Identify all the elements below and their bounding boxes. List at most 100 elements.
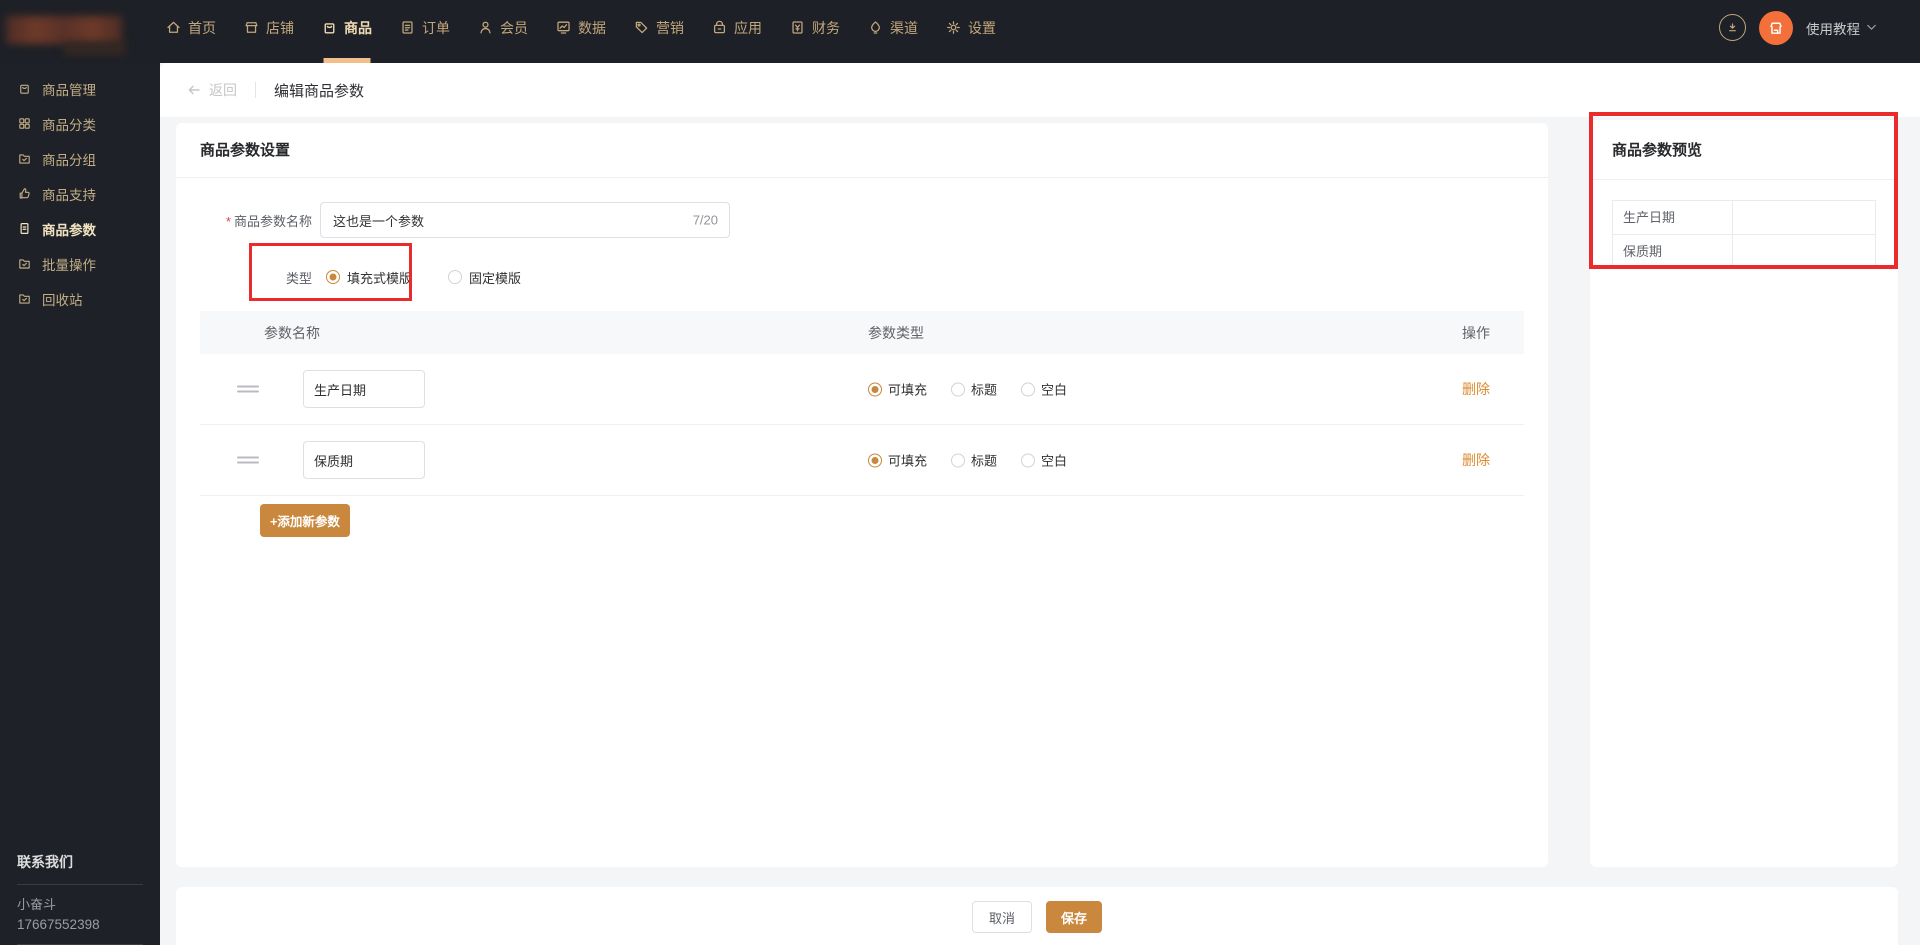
radio-unselected-icon[interactable]: [951, 453, 966, 467]
marketing-icon: [635, 21, 648, 34]
chevron-down-icon: [1867, 24, 1876, 30]
radio-unselected-icon[interactable]: [1021, 453, 1036, 467]
sidebar-item-goods-support[interactable]: 商品支持: [0, 176, 160, 211]
type-label: 类型: [285, 270, 312, 286]
top-nav-items: 首页 店铺 商品 订单 会员 数据 营销 应用 财务 渠道 设置: [160, 0, 1023, 63]
preview-value: [1733, 201, 1875, 234]
avatar[interactable]: [1759, 10, 1793, 45]
nav-item-finance[interactable]: 财务: [789, 0, 840, 63]
nav-item-channels[interactable]: 渠道: [867, 0, 918, 63]
sidebar-item-label: 商品支持: [42, 187, 96, 203]
channel-icon: [871, 21, 880, 34]
footer-action-bar: 取消 保存: [176, 887, 1898, 945]
sidebar-item-recycle-bin[interactable]: 回收站: [0, 281, 160, 316]
top-nav-right: 使用教程: [1719, 0, 1878, 55]
nav-item-goods[interactable]: 商品: [321, 0, 372, 63]
row-type-radios: 可填充 标题 空白: [868, 380, 1067, 399]
param-name-input-wrap: 7/20: [320, 202, 730, 238]
radio-label: 空白: [1041, 453, 1068, 469]
nav-item-orders[interactable]: 订单: [399, 0, 450, 63]
page-title: 编辑商品参数: [274, 82, 365, 100]
grid-icon: [19, 118, 30, 129]
radio-fillable[interactable]: 可填充: [868, 380, 927, 399]
goods-icon: [324, 23, 335, 34]
nav-label: 会员: [500, 19, 528, 36]
param-table: 参数名称 参数类型 操作 可填充 标题: [200, 311, 1524, 496]
add-param-button[interactable]: +添加新参数: [260, 504, 350, 537]
folder-icon: [19, 294, 30, 304]
goods-box-icon: [20, 84, 29, 94]
table-header: 参数名称 参数类型 操作: [200, 311, 1524, 354]
radio-label: 标题: [971, 453, 998, 469]
radio-label: 可填充: [888, 453, 928, 469]
preview-key: 保质期: [1613, 235, 1733, 267]
col-header-operation: 操作: [1462, 324, 1490, 341]
col-header-name: 参数名称: [264, 324, 320, 341]
app-icon: [713, 20, 726, 34]
radio-unselected-icon[interactable]: [448, 270, 463, 284]
radio-fill-template[interactable]: 填充式模版: [326, 268, 412, 287]
nav-item-settings[interactable]: 设置: [945, 0, 996, 63]
row-name-input[interactable]: [303, 441, 425, 479]
back-button[interactable]: 返回: [186, 80, 237, 100]
sidebar-item-batch-operations[interactable]: 批量操作: [0, 246, 160, 281]
sidebar-item-goods-params[interactable]: 商品参数: [0, 211, 160, 246]
logo: [0, 0, 160, 63]
radio-title[interactable]: 标题: [951, 380, 997, 399]
contact-section: 联系我们 小奋斗 17667552398: [17, 852, 143, 945]
top-navbar: 首页 店铺 商品 订单 会员 数据 营销 应用 财务 渠道 设置 使用教程: [0, 0, 1920, 63]
sidebar-item-goods-category[interactable]: 商品分类: [0, 106, 160, 141]
type-row: 类型 填充式模版 固定模版: [176, 259, 1548, 295]
radio-fillable[interactable]: 可填充: [868, 451, 927, 470]
radio-blank[interactable]: 空白: [1021, 451, 1067, 470]
nav-item-data[interactable]: 数据: [555, 0, 606, 63]
nav-item-apps[interactable]: 应用: [711, 0, 762, 63]
drag-handle-icon[interactable]: [237, 454, 259, 467]
param-preview-card: 商品参数预览 生产日期 保质期: [1590, 120, 1898, 867]
nav-item-members[interactable]: 会员: [477, 0, 528, 63]
sidebar-item-label: 批量操作: [42, 257, 96, 273]
settings-icon: [947, 21, 960, 34]
radio-title[interactable]: 标题: [951, 451, 997, 470]
param-name-input[interactable]: [320, 202, 730, 238]
table-row: 可填充 标题 空白 删除: [200, 425, 1524, 496]
radio-unselected-icon[interactable]: [951, 382, 966, 396]
delete-link[interactable]: 删除: [1462, 379, 1490, 399]
preview-row: 生产日期: [1613, 201, 1875, 234]
nav-item-marketing[interactable]: 营销: [633, 0, 684, 63]
radio-selected-icon[interactable]: [868, 453, 882, 467]
sidebar-item-label: 回收站: [42, 292, 83, 308]
radio-selected-icon[interactable]: [868, 382, 882, 396]
radio-unselected-icon[interactable]: [1021, 382, 1036, 396]
nav-label: 设置: [968, 19, 996, 36]
sidebar-item-goods-group[interactable]: 商品分组: [0, 141, 160, 176]
download-button[interactable]: [1719, 14, 1746, 41]
drag-handle-icon[interactable]: [237, 383, 259, 396]
nav-label: 营销: [656, 19, 684, 36]
store-icon: [245, 22, 258, 33]
preview-value: [1733, 235, 1875, 267]
delete-link[interactable]: 删除: [1462, 450, 1490, 470]
folder-icon: [19, 154, 30, 164]
nav-label: 首页: [188, 19, 216, 36]
radio-selected-icon[interactable]: [326, 270, 340, 284]
tutorial-menu[interactable]: 使用教程: [1806, 18, 1878, 38]
shopfront-icon: [1770, 22, 1782, 34]
save-button[interactable]: 保存: [1046, 901, 1102, 933]
sidebar-item-goods-management[interactable]: 商品管理: [0, 71, 160, 106]
radio-blank[interactable]: 空白: [1021, 380, 1067, 399]
nav-item-shop[interactable]: 店铺: [243, 0, 294, 63]
col-header-type: 参数类型: [868, 324, 924, 341]
nav-label: 财务: [812, 19, 840, 36]
nav-item-home[interactable]: 首页: [165, 0, 216, 63]
nav-label: 渠道: [890, 19, 918, 36]
param-name-row: *商品参数名称 7/20: [176, 202, 1548, 238]
nav-label: 店铺: [266, 19, 294, 36]
preview-title: 商品参数预览: [1590, 120, 1898, 180]
cancel-button[interactable]: 取消: [972, 901, 1032, 933]
radio-fixed-template[interactable]: 固定模版: [448, 268, 521, 287]
row-name-input[interactable]: [303, 370, 425, 408]
app-root: 首页 店铺 商品 订单 会员 数据 营销 应用 财务 渠道 设置 使用教程 商品…: [0, 0, 1920, 945]
member-icon: [480, 21, 491, 34]
contact-name: 小奋斗: [17, 897, 57, 912]
